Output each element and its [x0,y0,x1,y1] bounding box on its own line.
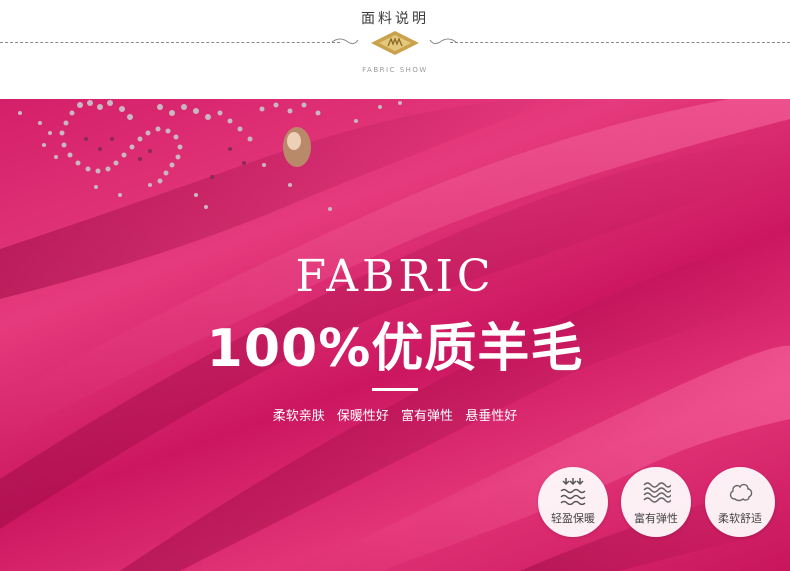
fabric-emblem-icon [371,31,419,55]
ornament-curl-left-icon [331,38,359,45]
elastic-waves-icon [643,482,671,503]
divider-right [450,42,790,43]
feature-label: 轻盈保暖 [551,512,595,525]
divider-left [0,42,340,43]
fabric-photo: FABRIC 100%优质羊毛 柔软亲肤 保暖性好 富有弹性 悬垂性好 轻盈保暖… [0,99,790,571]
rhinestone-decoration [18,100,402,211]
feature-tagline: 柔软亲肤 保暖性好 富有弹性 悬垂性好 [272,409,518,424]
section-title: 面料说明 [361,11,429,27]
feature-badge-soft: 柔软舒适 [705,467,775,537]
warmth-waves-icon [560,478,586,505]
cotton-cloud-icon [729,483,753,502]
feature-badge-warmth: 轻盈保暖 [538,467,608,537]
feature-label: 富有弹性 [634,512,678,525]
section-header: 面料说明 FABRIC SHOW [0,0,790,99]
material-headline: 100%优质羊毛 [206,319,584,379]
feature-label: 柔软舒适 [718,512,762,525]
section-subtitle: FABRIC SHOW [362,66,428,74]
feature-badge-elastic: 富有弹性 [621,467,691,537]
headline-underline [372,388,418,391]
fabric-word: FABRIC [295,251,495,302]
